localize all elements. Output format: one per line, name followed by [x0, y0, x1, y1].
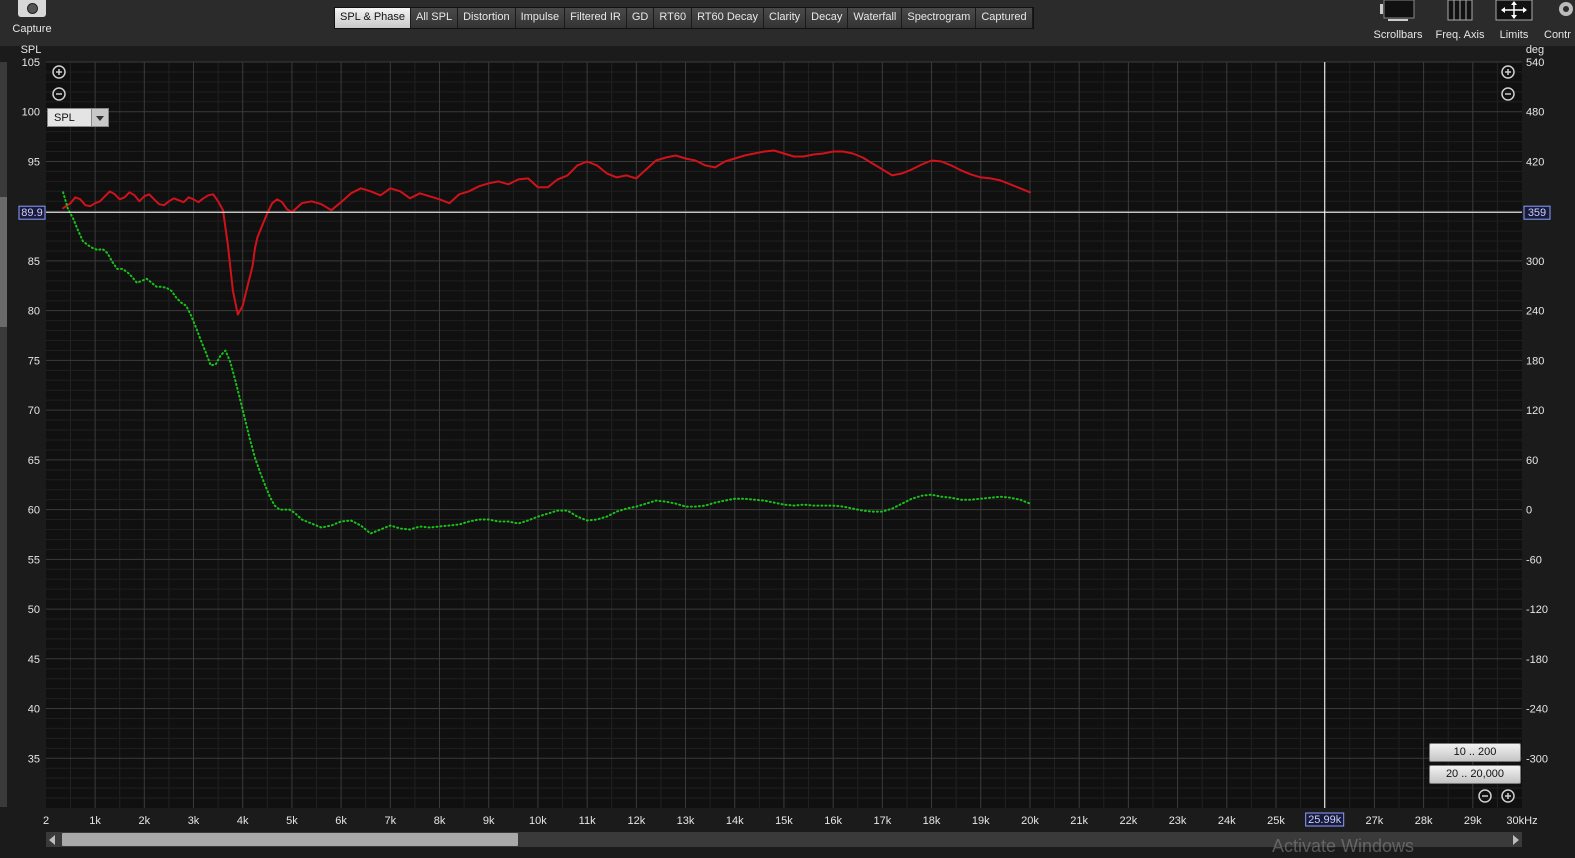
x-tick-label: 3k [188, 815, 200, 827]
x-tick-label: 15k [775, 815, 793, 827]
x-tick-label: 5k [286, 815, 298, 827]
x-tick-label: 2k [138, 815, 150, 827]
y2-tick-label: -240 [1526, 704, 1548, 716]
x-tick-label: 28k [1415, 815, 1433, 827]
x-tick-label: 7k [385, 815, 397, 827]
y-tick-label: 40 [28, 704, 40, 716]
x-tick-label: 22k [1119, 815, 1137, 827]
y-tick-label: 75 [28, 355, 40, 367]
x-tick-label: 1k [89, 815, 101, 827]
chevron-down-icon[interactable] [91, 109, 108, 126]
y-tick-label: 50 [28, 604, 40, 616]
x-tick-label: 4k [237, 815, 249, 827]
y2-tick-label: -180 [1526, 654, 1548, 666]
x-tick-label: 2 [43, 815, 49, 827]
watermark: Activate Windows [1272, 836, 1415, 856]
cursor-y-readout: 89.9 [21, 207, 42, 219]
y-tick-label: 65 [28, 455, 40, 467]
spl-phase-graph[interactable]: 2 1k 2k 3k 4k 5k 6k 7k 8k 9k 10k 11k 12k 13k 14k 15k 16k… [0, 0, 1575, 858]
range-button-20-20000[interactable]: 20 .. 20,000 [1429, 765, 1521, 784]
x-tick-label: 19k [972, 815, 990, 827]
y2-axis-label: deg [1526, 44, 1544, 56]
y-tick-label: 80 [28, 306, 40, 318]
y2-tick-label: -120 [1526, 604, 1548, 616]
trace-selector[interactable]: SPL [47, 108, 109, 127]
x-tick-label: 18k [923, 815, 941, 827]
x-tick-label: 10k [529, 815, 547, 827]
y2-tick-label: -60 [1526, 554, 1542, 566]
x-tick-label: 25k [1267, 815, 1285, 827]
x-tick-label: 17k [873, 815, 891, 827]
x-tick-label: 29k [1464, 815, 1482, 827]
x-tick-label: 11k [579, 815, 596, 827]
y2-tick-label: 300 [1526, 256, 1544, 268]
x-tick-label: 9k [483, 815, 495, 827]
y-tick-label: 95 [28, 156, 40, 168]
y2-tick-label: 120 [1526, 405, 1544, 417]
y2-tick-label: 420 [1526, 156, 1544, 168]
x-tick-label: 23k [1169, 815, 1187, 827]
cursor-x-readout: 25.99k [1308, 814, 1342, 826]
x-tick-label: 21k [1070, 815, 1088, 827]
y2-tick-label: 0 [1526, 505, 1532, 517]
scroll-right-icon[interactable] [1513, 835, 1519, 845]
y2-tick-label: 480 [1526, 107, 1544, 119]
x-tick-label: 12k [627, 815, 645, 827]
x-tick-label: 24k [1218, 815, 1236, 827]
y2-tick-label: -300 [1526, 753, 1548, 765]
y-tick-label: 105 [22, 57, 40, 69]
x-tick-label: 16k [824, 815, 842, 827]
x-tick-label: 14k [726, 815, 744, 827]
cursor-y2-readout: 359 [1528, 207, 1546, 219]
x-tick-label: 6k [335, 815, 347, 827]
y-tick-label: 85 [28, 256, 40, 268]
scroll-left-icon[interactable] [49, 835, 55, 845]
y2-tick-label: 240 [1526, 306, 1544, 318]
y-tick-label: 35 [28, 753, 40, 765]
x-tick-label: 27k [1366, 815, 1384, 827]
y2-tick-label: 60 [1526, 455, 1538, 467]
y-tick-label: 60 [28, 505, 40, 517]
y2-tick-label: 180 [1526, 355, 1544, 367]
x-tick-label: 30kHz [1506, 815, 1537, 827]
x-tick-label: 13k [677, 815, 695, 827]
y-tick-label: 45 [28, 654, 40, 666]
y-tick-label: 100 [22, 107, 40, 119]
trace-selector-value: SPL [54, 112, 75, 124]
horizontal-scroll-thumb[interactable] [62, 833, 518, 846]
range-button-10-200[interactable]: 10 .. 200 [1429, 743, 1521, 762]
y2-tick-label: 540 [1526, 57, 1544, 69]
x-tick-label: 8k [434, 815, 446, 827]
y-axis-label: SPL [21, 44, 42, 56]
x-tick-label: 20k [1021, 815, 1039, 827]
y-tick-label: 55 [28, 554, 40, 566]
y-tick-label: 70 [28, 405, 40, 417]
